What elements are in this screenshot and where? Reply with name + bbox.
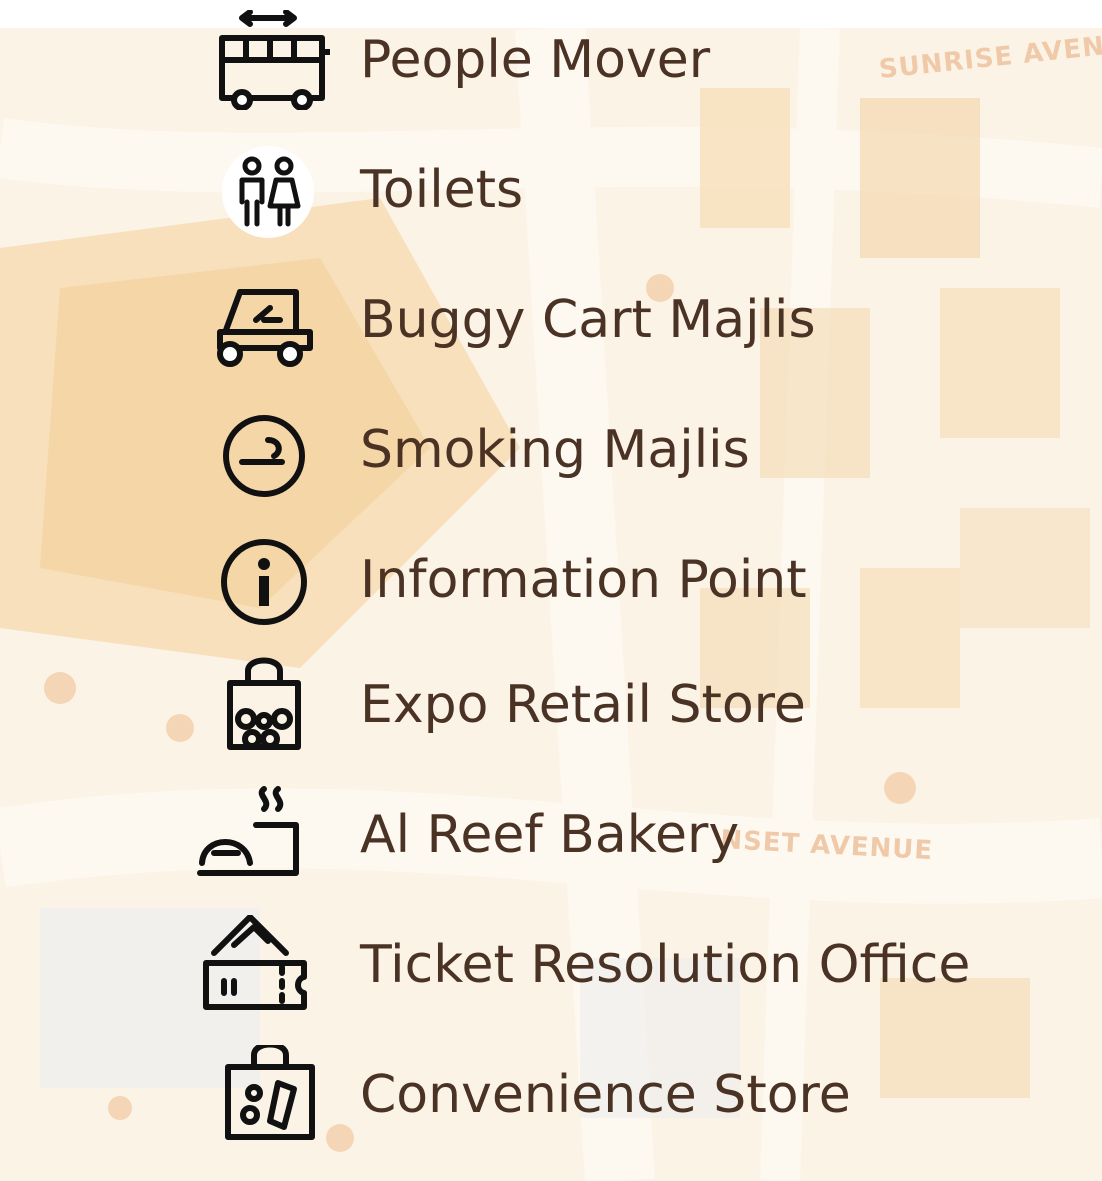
legend-label: Buggy Cart Majlis bbox=[360, 290, 816, 350]
legend-item-convenience: Convenience Store bbox=[190, 1045, 1070, 1145]
shopping-bag-icon bbox=[190, 655, 330, 755]
legend-label: Convenience Store bbox=[360, 1065, 851, 1125]
legend-label: Ticket Resolution Office bbox=[360, 935, 971, 995]
toilets-icon bbox=[190, 140, 330, 240]
people-mover-icon bbox=[190, 10, 330, 110]
legend-label: People Mover bbox=[360, 30, 711, 90]
smoking-icon bbox=[190, 400, 330, 500]
buggy-cart-icon bbox=[190, 270, 330, 370]
legend-label: Al Reef Bakery bbox=[360, 805, 740, 865]
legend-label: Toilets bbox=[360, 160, 524, 220]
bakery-icon bbox=[190, 785, 330, 885]
legend-label: Expo Retail Store bbox=[360, 675, 806, 735]
map-legend: People Mover Toilets Buggy Cart Majlis S… bbox=[0, 0, 1102, 1181]
legend-item-ticket: Ticket Resolution Office bbox=[190, 915, 1070, 1015]
legend-label: Information Point bbox=[360, 550, 807, 610]
legend-item-buggy-cart: Buggy Cart Majlis bbox=[190, 270, 1070, 370]
legend-item-toilets: Toilets bbox=[190, 140, 1070, 240]
legend-item-retail: Expo Retail Store bbox=[190, 655, 1070, 755]
legend-item-people-mover: People Mover bbox=[190, 10, 1070, 110]
ticket-icon bbox=[190, 915, 330, 1015]
legend-item-bakery: Al Reef Bakery bbox=[190, 785, 1070, 885]
legend-item-information: Information Point bbox=[190, 530, 1070, 630]
information-icon bbox=[190, 530, 330, 630]
convenience-bag-icon bbox=[190, 1045, 330, 1145]
legend-label: Smoking Majlis bbox=[360, 420, 750, 480]
legend-item-smoking: Smoking Majlis bbox=[190, 400, 1070, 500]
